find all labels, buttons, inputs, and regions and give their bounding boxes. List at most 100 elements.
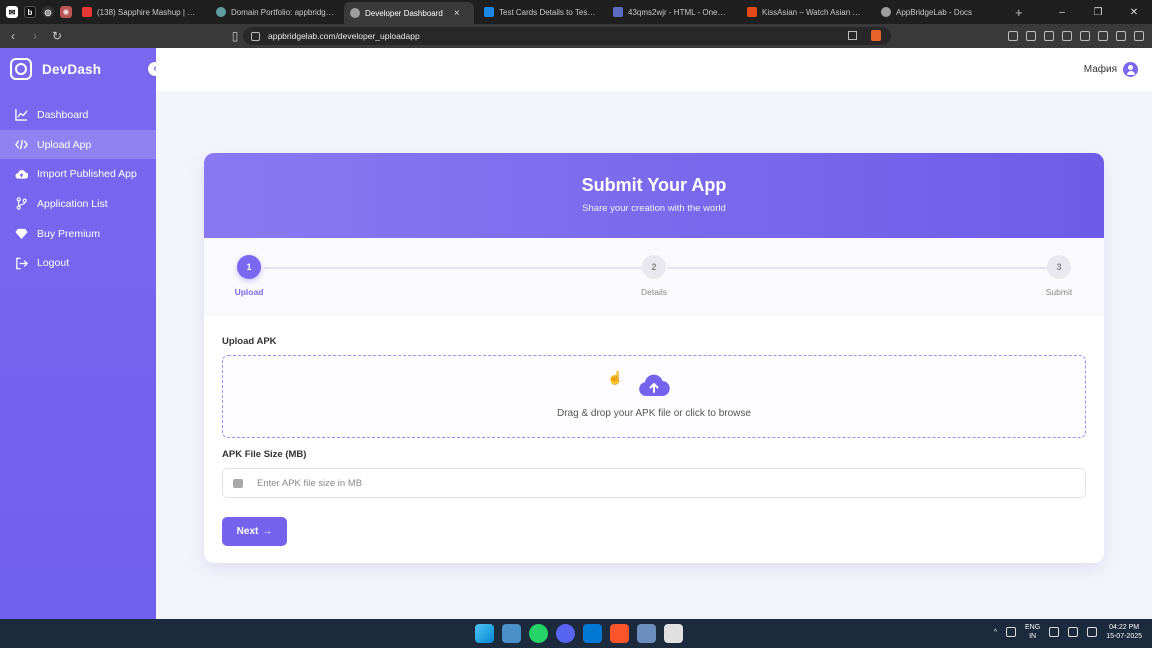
whatsapp-icon[interactable] (529, 624, 548, 643)
browser-tab[interactable]: 43qms2wjr - HTML - OneCompil (607, 2, 737, 22)
url-text: appbridgelab.com/developer_uploadapp (268, 31, 420, 41)
chart-line-icon (15, 109, 28, 122)
code-icon (15, 139, 28, 150)
site-info-icon[interactable] (251, 31, 260, 41)
battery-icon[interactable] (1087, 627, 1098, 637)
brave-shield-icon[interactable] (871, 30, 881, 41)
page-title: Submit Your App (581, 175, 727, 195)
sidebar-item-label: Logout (37, 257, 70, 270)
logout-icon (16, 257, 28, 270)
volume-icon[interactable] (1068, 627, 1079, 637)
reload-icon[interactable]: ↻ (48, 29, 66, 43)
sidebar-item-import-published-app[interactable]: Import Published App (0, 159, 156, 189)
apk-dropzone[interactable]: Drag & drop your APK file or click to br… (222, 355, 1086, 438)
browser-tab[interactable]: (138) Sapphire Mashup | Ed S (76, 2, 206, 22)
sidebar-item-dashboard[interactable]: Dashboard (0, 100, 156, 130)
cloud-upload-icon (639, 374, 670, 397)
step-submit: 3 Submit (1029, 255, 1089, 297)
chevron-up-icon[interactable]: ^ (994, 629, 997, 636)
arrow-right-icon: → (262, 526, 273, 537)
sidebar-toggle-icon[interactable] (1062, 31, 1072, 41)
stripe-icon (484, 7, 494, 17)
clock[interactable]: 04:22 PM 15-07-2025 (1106, 623, 1142, 641)
step-label: Submit (1045, 287, 1073, 297)
step-number: 2 (642, 255, 666, 279)
step-upload: 1 Upload (219, 255, 279, 297)
store-icon[interactable] (664, 624, 683, 643)
share-icon[interactable] (848, 31, 857, 40)
language-region: IN (1029, 633, 1037, 640)
back-icon[interactable]: ‹ (4, 29, 22, 43)
pinned-tab-icon[interactable]: ◎ (42, 6, 54, 18)
upload-apk-label: Upload APK (222, 336, 277, 347)
extension-icon[interactable] (1008, 31, 1018, 41)
cloud-upload-icon (15, 169, 28, 179)
tab-title: 43qms2wjr - HTML - OneCompil (628, 7, 731, 17)
sidebar-item-upload-app[interactable]: Upload App (0, 129, 156, 160)
apk-size-input[interactable] (257, 477, 1057, 489)
network-icon[interactable] (1049, 627, 1060, 637)
close-window-button[interactable]: ✕ (1116, 7, 1152, 18)
music-icon[interactable] (1044, 31, 1054, 41)
page-subtitle: Share your creation with the world (582, 203, 726, 214)
sidebar-item-label: Import Published App (37, 168, 137, 181)
top-bar: Мафия (156, 48, 1152, 91)
pinned-tab-icon[interactable]: ✳ (60, 6, 72, 18)
windows-start-icon[interactable] (475, 624, 494, 643)
next-button[interactable]: Next → (222, 517, 287, 546)
brave-icon[interactable] (610, 624, 629, 643)
tab-title: (138) Sapphire Mashup | Ed S (97, 7, 200, 17)
branch-icon (16, 197, 27, 211)
file-explorer-icon[interactable] (502, 624, 521, 643)
dropzone-text: Drag & drop your APK file or click to br… (557, 408, 751, 419)
user-name: Мафия (1083, 64, 1117, 75)
system-tray: ^ ENG IN 04:22 PM 15-07-2025 (994, 623, 1142, 641)
new-tab-button[interactable]: + (1015, 5, 1023, 20)
microphone-icon[interactable] (1006, 627, 1017, 637)
close-tab-icon[interactable]: × (454, 8, 460, 19)
pinned-tab-icon[interactable]: ✉ (6, 6, 18, 18)
browser-tab-bar: ✉ b ◎ ✳ (138) Sapphire Mashup | Ed S Dom… (0, 0, 1152, 24)
step-details: 2 Details (624, 255, 684, 297)
browser-tab-active[interactable]: Developer Dashboard × (344, 2, 474, 24)
youtube-icon (82, 7, 92, 17)
browser-tab[interactable]: Test Cards Details to Test Payme (478, 2, 603, 22)
address-bar[interactable]: appbridgelab.com/developer_uploadapp (243, 27, 891, 45)
app-icon[interactable] (637, 624, 656, 643)
pinned-tab-icon[interactable]: b (24, 6, 36, 18)
language-indicator[interactable]: ENG IN (1025, 623, 1040, 641)
browser-tab[interactable]: AppBridgeLab - Docs (875, 2, 1005, 22)
leo-icon[interactable] (1098, 31, 1108, 41)
step-number: 3 (1047, 255, 1071, 279)
menu-icon[interactable] (1134, 31, 1144, 41)
clock-time: 04:22 PM (1109, 624, 1140, 631)
extension-icon[interactable] (1026, 31, 1036, 41)
browser-tab[interactable]: KissAsian – Watch Asian Drama (741, 2, 871, 22)
step-label: Details (641, 287, 667, 297)
submit-app-card: Submit Your App Share your creation with… (204, 153, 1104, 563)
browser-toolbar: ‹ › ↻ ▯ appbridgelab.com/developer_uploa… (0, 24, 1152, 48)
apk-size-field[interactable] (222, 468, 1086, 498)
sidebar-item-logout[interactable]: Logout (0, 248, 156, 278)
sidebar-item-application-list[interactable]: Application List (0, 189, 156, 219)
sidebar-item-buy-premium[interactable]: Buy Premium (0, 219, 156, 249)
browser-extensions (1008, 24, 1144, 48)
maximize-button[interactable]: ❐ (1080, 7, 1116, 18)
user-menu[interactable]: Мафия (1084, 62, 1138, 77)
globe-icon (216, 7, 226, 17)
windows-taskbar: ^ ENG IN 04:22 PM 15-07-2025 (0, 619, 1152, 648)
vpn-icon[interactable] (1116, 31, 1126, 41)
bookmark-icon[interactable]: ▯ (226, 29, 244, 43)
discord-icon[interactable] (556, 624, 575, 643)
window-controls: – ❐ ✕ (1044, 0, 1152, 24)
browser-tab[interactable]: Domain Portfolio: appbridgelab. (210, 2, 340, 22)
app-viewport: DevDash ‹ Dashboard Upload App Import Pu… (0, 48, 1152, 619)
card-header: Submit Your App Share your creation with… (204, 153, 1104, 238)
forward-icon[interactable]: › (26, 29, 44, 43)
minimize-button[interactable]: – (1044, 7, 1080, 18)
tab-title: KissAsian – Watch Asian Drama (762, 7, 865, 17)
vscode-icon[interactable] (583, 624, 602, 643)
brand-name: DevDash (42, 61, 102, 77)
brand[interactable]: DevDash (10, 58, 101, 80)
wallet-icon[interactable] (1080, 31, 1090, 41)
